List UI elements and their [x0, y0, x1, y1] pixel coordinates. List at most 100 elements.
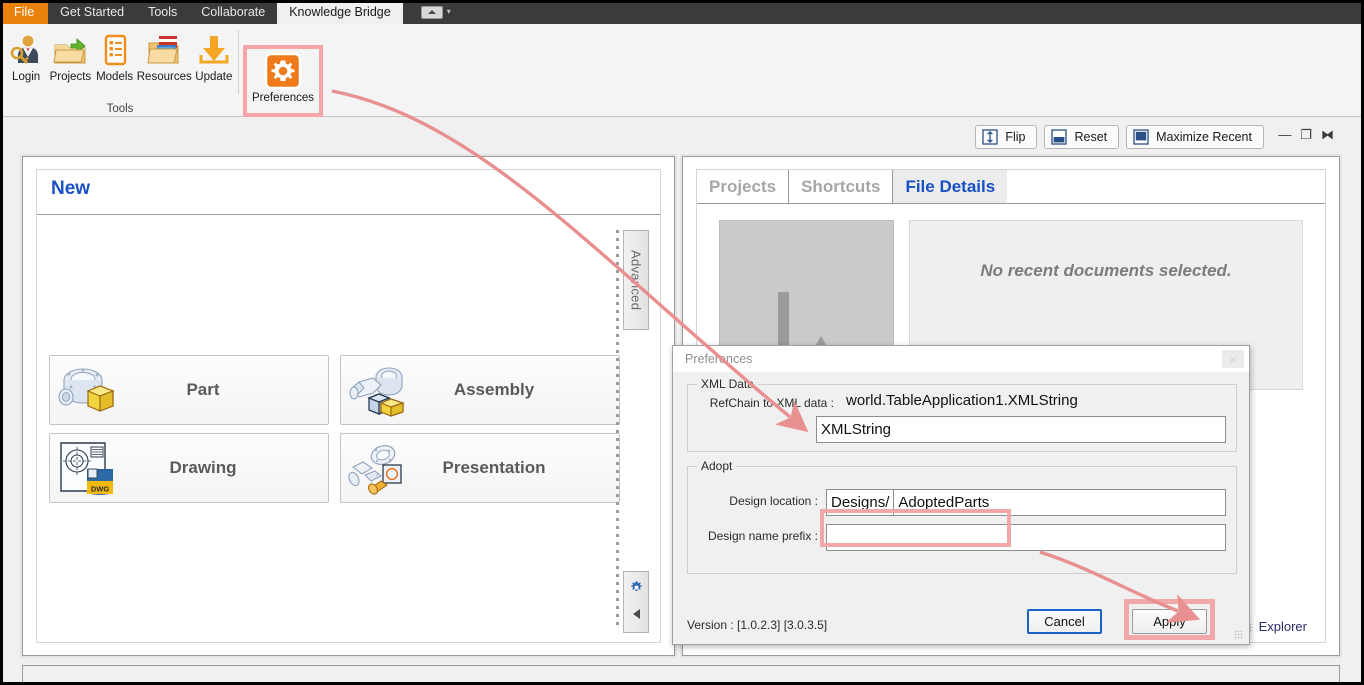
- ribbon-tab-tools[interactable]: Tools: [136, 0, 189, 24]
- flip-icon: [982, 129, 998, 145]
- apply-button[interactable]: Apply: [1132, 609, 1207, 634]
- tab-shortcuts[interactable]: Shortcuts: [789, 170, 894, 203]
- recent-tabrow: Projects Shortcuts File Details: [697, 170, 1325, 204]
- triangle-left-icon[interactable]: [631, 607, 642, 625]
- new-assembly-label: Assembly: [453, 380, 535, 399]
- download-arrow-icon: [197, 31, 231, 69]
- svg-text:DWG: DWG: [91, 485, 109, 494]
- page-title: New: [51, 178, 91, 199]
- minimize-icon[interactable]: —: [1278, 128, 1291, 141]
- ribbon-button-projects[interactable]: Projects: [48, 28, 92, 83]
- flip-button[interactable]: Flip: [975, 125, 1038, 149]
- tab-file-details[interactable]: File Details: [893, 170, 1008, 203]
- ribbon-label-update: Update: [195, 71, 233, 83]
- ribbon-body: Login Projects Models Resources Update T…: [0, 24, 1364, 117]
- advanced-tab-label: Advanced: [628, 249, 644, 311]
- assembly-icon: [341, 363, 415, 417]
- cancel-button[interactable]: Cancel: [1027, 609, 1102, 634]
- xml-data-legend: XML Data: [697, 377, 758, 391]
- preferences-dialog: Preferences × XML Data RefChain to XML d…: [672, 345, 1250, 645]
- gear-icon: [264, 52, 302, 90]
- maximize-recent-button[interactable]: Maximize Recent: [1126, 125, 1264, 149]
- xml-string-input-value: XMLString: [821, 421, 892, 438]
- advanced-drag-handle[interactable]: [616, 230, 619, 630]
- version-label: Version : [1.0.2.3] [3.0.3.5]: [687, 618, 828, 632]
- tab-projects[interactable]: Projects: [697, 170, 790, 203]
- close-icon[interactable]: ⧓: [1321, 128, 1334, 141]
- refchain-label: RefChain to XML data :: [709, 396, 834, 410]
- design-prefix-value: [827, 525, 835, 550]
- flip-label: Flip: [1005, 130, 1026, 144]
- new-drawing-label: Drawing: [169, 458, 237, 477]
- design-prefix-label: Design name prefix :: [707, 529, 818, 543]
- ribbon-group-title: Tools: [106, 103, 134, 115]
- ribbon-tabstrip: File Get Started Tools Collaborate Knowl…: [0, 0, 1364, 24]
- design-prefix-input[interactable]: [826, 524, 1226, 551]
- chevron-down-icon[interactable]: ▾: [447, 8, 451, 16]
- ribbon-group-tools: Login Projects Models Resources Update T…: [4, 24, 236, 117]
- design-location-input[interactable]: Designs/ AdoptedParts: [826, 489, 1226, 516]
- list-document-icon: [98, 31, 132, 69]
- ribbon-group-separator: [238, 30, 239, 94]
- new-drawing-button[interactable]: DWG Drawing: [49, 433, 329, 503]
- workspace-buttons: Flip Reset Maximize Recent: [975, 125, 1264, 149]
- ribbon-button-models[interactable]: Models: [93, 28, 137, 83]
- ribbon-tab-knowledge-bridge[interactable]: Knowledge Bridge: [277, 0, 403, 24]
- ribbon-label-models: Models: [96, 71, 134, 83]
- new-part-button[interactable]: Part: [49, 355, 329, 425]
- presentation-icon: [341, 441, 415, 495]
- adopt-group: Adopt Design location : Designs/ Adopted…: [687, 459, 1237, 574]
- ribbon-button-resources[interactable]: Resources: [137, 28, 192, 83]
- reset-label: Reset: [1074, 130, 1108, 144]
- design-location-value: AdoptedParts: [898, 494, 990, 511]
- application-window: File Get Started Tools Collaborate Knowl…: [0, 0, 1364, 685]
- dialog-resize-grip[interactable]: [1234, 630, 1243, 639]
- xml-data-group: XML Data RefChain to XML data : world.Ta…: [687, 377, 1237, 452]
- new-part-label: Part: [186, 380, 220, 399]
- reset-button[interactable]: Reset: [1044, 125, 1120, 149]
- dialog-titlebar[interactable]: Preferences ×: [673, 346, 1249, 372]
- window-controls: — ❐ ⧓: [1278, 128, 1334, 141]
- drawing-dwg-icon: DWG: [50, 441, 124, 495]
- advanced-controls: [623, 571, 649, 633]
- empty-state-text: No recent documents selected.: [980, 261, 1232, 280]
- ribbon-label-preferences: Preferences: [251, 92, 314, 104]
- part-icon: [50, 363, 124, 417]
- gear-icon[interactable]: [629, 580, 644, 600]
- reset-icon: [1051, 129, 1068, 145]
- new-presentation-button[interactable]: Presentation: [340, 433, 620, 503]
- folder-files-icon: [147, 31, 181, 69]
- ribbon-tab-file[interactable]: File: [0, 0, 49, 24]
- user-key-icon: [9, 31, 43, 69]
- design-location-prefix: Designs/: [827, 490, 895, 515]
- folder-arrow-icon: [53, 31, 87, 69]
- ribbon-tab-get-started[interactable]: Get Started: [48, 0, 136, 24]
- document-type-grid: Part Assembly DWG Drawing Presentation: [49, 355, 620, 503]
- refchain-value: world.TableApplication1.XMLString: [846, 392, 1078, 409]
- ribbon-label-resources: Resources: [136, 71, 192, 83]
- ribbon-collapse-icon[interactable]: [420, 5, 443, 19]
- ribbon-collapse-control[interactable]: ▾: [415, 0, 457, 24]
- dialog-title: Preferences: [685, 352, 753, 366]
- bottom-status-panel: [22, 665, 1340, 685]
- close-icon[interactable]: ×: [1222, 350, 1244, 368]
- ribbon-button-preferences[interactable]: Preferences: [243, 45, 323, 117]
- workspace-header: Flip Reset Maximize Recent — ❐ ⧓: [0, 118, 1364, 156]
- advanced-tab[interactable]: Advanced: [623, 230, 649, 330]
- new-document-panel: New Part Assembly DWG Drawing Presentati…: [22, 156, 675, 656]
- maximize-icon: [1133, 129, 1149, 145]
- xml-string-input[interactable]: XMLString: [816, 416, 1226, 443]
- title-divider: [37, 214, 660, 215]
- maximize-recent-label: Maximize Recent: [1156, 130, 1252, 144]
- ribbon-tab-collaborate[interactable]: Collaborate: [189, 0, 277, 24]
- design-location-label: Design location :: [729, 494, 818, 508]
- ribbon-button-login[interactable]: Login: [4, 28, 48, 83]
- adopt-legend: Adopt: [697, 459, 737, 473]
- explorer-label[interactable]: Explorer: [1259, 619, 1307, 634]
- new-panel-inner: New Part Assembly DWG Drawing Presentati…: [36, 169, 661, 643]
- ribbon-button-update[interactable]: Update: [192, 28, 236, 83]
- new-presentation-label: Presentation: [442, 458, 546, 477]
- ribbon-label-projects: Projects: [49, 71, 92, 83]
- new-assembly-button[interactable]: Assembly: [340, 355, 620, 425]
- restore-icon[interactable]: ❐: [1300, 128, 1312, 141]
